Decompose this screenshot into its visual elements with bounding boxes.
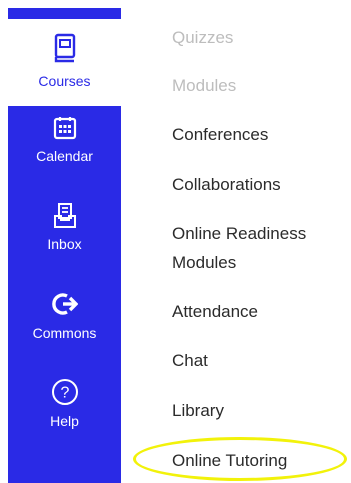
global-navigation: Courses Calendar Inbox Commons ? Help bbox=[8, 8, 121, 483]
question-circle-icon: ? bbox=[51, 379, 78, 405]
menu-item-library[interactable]: Library bbox=[172, 398, 224, 423]
calendar-icon bbox=[53, 117, 76, 140]
nav-item-inbox[interactable]: Inbox bbox=[8, 203, 121, 252]
menu-item-quizzes: Quizzes bbox=[172, 25, 233, 50]
nav-item-label: Help bbox=[50, 413, 79, 429]
menu-item-label: Online Tutoring bbox=[172, 451, 288, 470]
commons-arrow-icon bbox=[51, 293, 78, 315]
nav-item-calendar[interactable]: Calendar bbox=[8, 116, 121, 164]
menu-item-label: Collaborations bbox=[172, 175, 281, 194]
menu-item-label: Chat bbox=[172, 351, 208, 370]
nav-item-label: Commons bbox=[32, 325, 97, 341]
nav-item-label: Calendar bbox=[36, 148, 93, 164]
nav-item-label: Inbox bbox=[47, 236, 82, 252]
svg-text:?: ? bbox=[60, 385, 69, 402]
menu-item-attendance[interactable]: Attendance bbox=[172, 299, 258, 324]
menu-item-label: Library bbox=[172, 401, 224, 420]
menu-item-label-line2: Modules bbox=[172, 253, 237, 272]
book-icon bbox=[54, 33, 75, 63]
menu-item-online-tutoring[interactable]: Online Tutoring bbox=[172, 448, 287, 473]
menu-item-modules: Modules bbox=[172, 73, 236, 98]
nav-item-help[interactable]: ? Help bbox=[8, 378, 121, 429]
inbox-icon bbox=[53, 203, 76, 228]
nav-item-courses[interactable]: Courses bbox=[8, 19, 121, 106]
menu-item-label: Conferences bbox=[172, 125, 269, 144]
nav-top-strip bbox=[8, 8, 121, 19]
nav-item-label: Courses bbox=[38, 73, 91, 89]
menu-item-chat[interactable]: Chat bbox=[172, 348, 208, 373]
menu-item-label-line1: Online Readiness bbox=[172, 224, 307, 243]
menu-item-label: Quizzes bbox=[172, 28, 234, 47]
menu-item-label: Attendance bbox=[172, 302, 259, 321]
menu-item-online-readiness-modules[interactable]: Online Readiness Modules bbox=[172, 221, 306, 275]
nav-item-commons[interactable]: Commons bbox=[8, 291, 121, 341]
menu-item-label: Modules bbox=[172, 76, 237, 95]
menu-item-collaborations[interactable]: Collaborations bbox=[172, 172, 281, 197]
courses-link[interactable]: Courses bbox=[8, 33, 121, 89]
menu-item-conferences[interactable]: Conferences bbox=[172, 122, 268, 147]
